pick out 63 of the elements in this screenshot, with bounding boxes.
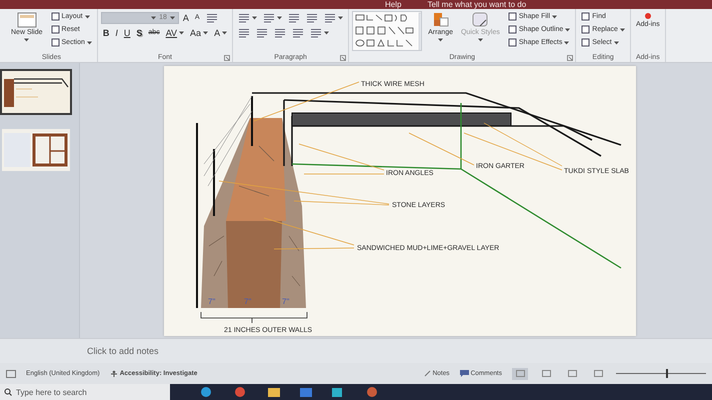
view-icon bbox=[594, 370, 602, 378]
text-lines-icon bbox=[274, 28, 286, 38]
text-lines-icon bbox=[256, 28, 268, 38]
caret-icon bbox=[151, 16, 156, 20]
format-button[interactable]: S bbox=[134, 28, 144, 38]
comment-icon bbox=[460, 370, 469, 378]
slide-preview-drawing bbox=[2, 128, 70, 171]
notes-icon bbox=[424, 370, 431, 378]
square-icon bbox=[581, 38, 590, 48]
square-icon bbox=[508, 25, 517, 34]
dimension-label: 7" bbox=[282, 296, 290, 306]
slide-notes-icon bbox=[6, 370, 16, 378]
text-lines-icon bbox=[263, 12, 276, 23]
styles-icon bbox=[471, 12, 490, 28]
squares-icon bbox=[432, 12, 450, 28]
paragraph-button[interactable] bbox=[308, 28, 332, 38]
menu-tab[interactable]: Help bbox=[385, 0, 402, 9]
slide-icon bbox=[16, 12, 37, 28]
launcher-icon[interactable] bbox=[567, 54, 574, 61]
text-lines-icon bbox=[310, 28, 322, 38]
square-icon bbox=[581, 12, 590, 22]
format-button[interactable]: U bbox=[122, 28, 132, 38]
search-field[interactable]: Type here to search bbox=[0, 384, 170, 400]
format-button[interactable]: B bbox=[100, 28, 112, 38]
format-button[interactable]: A bbox=[212, 28, 230, 38]
view-icon bbox=[568, 370, 576, 378]
paragraph-button[interactable] bbox=[261, 12, 284, 23]
slide-thumbnail[interactable] bbox=[0, 68, 72, 115]
view-icon bbox=[516, 370, 524, 378]
text-lines-icon bbox=[206, 12, 218, 23]
square-icon bbox=[508, 38, 517, 48]
text-lines-icon bbox=[306, 12, 318, 23]
tell-me-search[interactable]: Tell me what you want to do bbox=[427, 0, 526, 9]
square-icon bbox=[50, 12, 60, 22]
square-icon bbox=[581, 25, 590, 34]
text-lines-icon bbox=[324, 12, 336, 23]
search-icon bbox=[4, 388, 12, 396]
text-lines-icon bbox=[238, 28, 250, 38]
view-icon bbox=[542, 370, 550, 378]
square-icon bbox=[50, 38, 60, 48]
square-icon bbox=[50, 25, 60, 34]
notes-placeholder[interactable]: Click to add notes bbox=[87, 346, 159, 356]
slide-preview-drawing bbox=[2, 70, 70, 113]
paragraph-button[interactable] bbox=[236, 12, 260, 23]
view-button[interactable] bbox=[512, 368, 528, 380]
slide-thumbnail[interactable] bbox=[0, 126, 72, 173]
accessibility-icon bbox=[110, 370, 118, 378]
dimension-label: 7" bbox=[208, 296, 216, 306]
text-lines-icon bbox=[238, 12, 250, 23]
dot-icon bbox=[644, 12, 652, 20]
square-icon bbox=[508, 12, 517, 22]
format-button[interactable]: A bbox=[180, 12, 191, 23]
paragraph-button[interactable] bbox=[322, 12, 346, 23]
caret-icon bbox=[170, 16, 175, 20]
format-button[interactable]: Aa bbox=[188, 28, 210, 38]
dimension-label: 7" bbox=[244, 296, 252, 306]
format-button[interactable]: I bbox=[113, 28, 120, 38]
text-lines-icon bbox=[288, 12, 300, 23]
launcher-icon[interactable] bbox=[340, 54, 346, 61]
launcher-icon[interactable] bbox=[224, 54, 230, 61]
shapes-gallery[interactable] bbox=[352, 10, 422, 51]
text-lines-icon bbox=[292, 28, 304, 38]
format-button[interactable]: AV bbox=[164, 28, 186, 38]
